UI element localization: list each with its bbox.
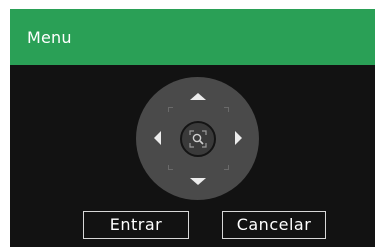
arrow-up-left-icon[interactable] bbox=[168, 107, 173, 112]
arrow-down-left-icon[interactable] bbox=[168, 165, 173, 170]
arrow-left-icon[interactable] bbox=[154, 131, 161, 145]
zoom-search-icon bbox=[189, 130, 207, 148]
arrow-up-icon[interactable] bbox=[190, 93, 206, 100]
arrow-up-right-icon[interactable] bbox=[224, 107, 229, 112]
cancel-button[interactable]: Cancelar bbox=[222, 211, 326, 239]
arrow-right-icon[interactable] bbox=[235, 131, 242, 145]
dialog-title: Menu bbox=[27, 28, 72, 47]
ptz-direction-pad bbox=[136, 77, 259, 200]
menu-dialog: Menu Entrar Cancelar bbox=[10, 9, 375, 247]
arrow-down-icon[interactable] bbox=[190, 178, 206, 185]
ptz-center-button[interactable] bbox=[180, 121, 216, 157]
enter-button[interactable]: Entrar bbox=[83, 211, 189, 239]
arrow-down-right-icon[interactable] bbox=[224, 165, 229, 170]
dialog-titlebar: Menu bbox=[10, 9, 375, 65]
